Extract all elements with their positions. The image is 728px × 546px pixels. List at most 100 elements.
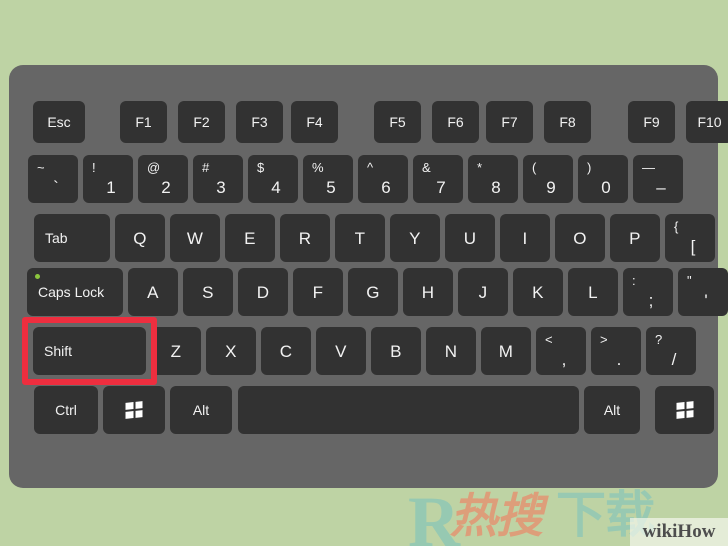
key-x[interactable]: X	[206, 327, 256, 375]
key-v[interactable]: V	[316, 327, 366, 375]
key-f5[interactable]: F5	[374, 101, 421, 143]
key-label-n: N	[444, 341, 458, 361]
key-g[interactable]: G	[348, 268, 398, 316]
key-3[interactable]: #3	[193, 155, 243, 203]
key-7[interactable]: & 7	[413, 155, 463, 203]
key-apostrophe-shift-legend: "	[687, 273, 692, 288]
key-spacebar[interactable]	[238, 386, 579, 434]
key-alt-right-label: Alt	[603, 402, 621, 418]
key-bracket-open[interactable]: {[	[665, 214, 715, 262]
key-semicolon[interactable]: :;	[623, 268, 673, 316]
key-e[interactable]: E	[225, 214, 275, 262]
key-alt-right[interactable]: Alt	[584, 386, 640, 434]
key-esc[interactable]: Esc	[33, 101, 85, 143]
key-f6[interactable]: F6	[432, 101, 479, 143]
key-6-legend: 6	[381, 178, 391, 197]
key-label-b: B	[390, 341, 402, 361]
key-j[interactable]: J	[458, 268, 508, 316]
key-2-shift-legend: @	[147, 160, 161, 175]
key-9-shift-legend: (	[532, 160, 537, 175]
key-alt-left[interactable]: Alt	[170, 386, 232, 434]
key-f2[interactable]: F2	[178, 101, 225, 143]
key-y[interactable]: Y	[390, 214, 440, 262]
key-1[interactable]: ! 1	[83, 155, 133, 203]
key-p[interactable]: P	[610, 214, 660, 262]
key-comma[interactable]: <,	[536, 327, 586, 375]
key-6[interactable]: ^ 6	[358, 155, 408, 203]
key-0[interactable]: ) 0	[578, 155, 628, 203]
key-o[interactable]: O	[555, 214, 605, 262]
key-semicolon-legend: ;	[648, 291, 654, 310]
key-minus[interactable]: — –	[633, 155, 683, 203]
key-f10[interactable]: F10	[686, 101, 728, 143]
key-period[interactable]: >.	[591, 327, 641, 375]
key-f4[interactable]: F4	[291, 101, 338, 143]
key-0-legend: 0	[601, 178, 611, 197]
wikihow-watermark-badge: wikiHow	[630, 518, 728, 546]
key-9-legend: 9	[546, 178, 556, 197]
key-c[interactable]: C	[261, 327, 311, 375]
windows-logo-icon	[676, 401, 693, 419]
key-tab[interactable]: Tab	[34, 214, 110, 262]
key-9[interactable]: (9	[523, 155, 573, 203]
watermark-resou: R 热搜 下载	[408, 486, 728, 546]
key-backtick-legend: `	[53, 178, 59, 197]
key-label-k: K	[532, 282, 544, 302]
key-slash[interactable]: ? /	[646, 327, 696, 375]
key-h[interactable]: H	[403, 268, 453, 316]
key-label-f3: F3	[251, 114, 268, 130]
key-ctrl-left-label: Ctrl	[55, 402, 77, 418]
key-z[interactable]: Z	[151, 327, 201, 375]
key-f8[interactable]: F8	[544, 101, 591, 143]
key-label-a: A	[147, 282, 159, 302]
key-minus-legend: –	[656, 178, 666, 197]
key-label-h: H	[421, 282, 435, 302]
key-s[interactable]: S	[183, 268, 233, 316]
key-alt-left-label: Alt	[192, 402, 210, 418]
key-label-f1: F1	[135, 114, 152, 130]
caps-lock-led-indicator	[35, 274, 40, 279]
key-b[interactable]: B	[371, 327, 421, 375]
key-4[interactable]: $4	[248, 155, 298, 203]
key-period-shift-legend: >	[600, 332, 608, 347]
key-n[interactable]: N	[426, 327, 476, 375]
key-f3[interactable]: F3	[236, 101, 283, 143]
key-1-legend: 1	[106, 178, 116, 197]
key-t[interactable]: T	[335, 214, 385, 262]
key-8[interactable]: * 8	[468, 155, 518, 203]
key-2[interactable]: @2	[138, 155, 188, 203]
key-f[interactable]: F	[293, 268, 343, 316]
key-apostrophe[interactable]: " '	[678, 268, 728, 316]
key-k[interactable]: K	[513, 268, 563, 316]
key-f1[interactable]: F1	[120, 101, 167, 143]
key-i[interactable]: I	[500, 214, 550, 262]
key-r[interactable]: R	[280, 214, 330, 262]
key-ctrl-left[interactable]: Ctrl	[34, 386, 98, 434]
key-f7[interactable]: F7	[486, 101, 533, 143]
key-m[interactable]: M	[481, 327, 531, 375]
key-4-legend: 4	[271, 178, 281, 197]
wikihow-how-text: How	[677, 521, 716, 542]
key-2-legend: 2	[161, 178, 171, 197]
key-u[interactable]: U	[445, 214, 495, 262]
key-label-f5: F5	[389, 114, 406, 130]
key-windows-right[interactable]	[655, 386, 714, 434]
key-5[interactable]: % 5	[303, 155, 353, 203]
key-minus-shift-legend: —	[642, 160, 655, 175]
key-w[interactable]: W	[170, 214, 220, 262]
key-backtick[interactable]: ~ `	[28, 155, 78, 203]
key-f9[interactable]: F9	[628, 101, 675, 143]
key-shift[interactable]: Shift	[33, 327, 146, 375]
key-a[interactable]: A	[128, 268, 178, 316]
watermark-chinese-xiazai: 下载	[556, 487, 655, 543]
key-d[interactable]: D	[238, 268, 288, 316]
key-q[interactable]: Q	[115, 214, 165, 262]
key-windows-left[interactable]	[103, 386, 165, 434]
wikihow-wiki-text: wiki	[642, 521, 678, 542]
key-label-f6: F6	[447, 114, 464, 130]
key-label-e: E	[244, 228, 256, 248]
watermark-chinese-resou: 热搜	[450, 489, 543, 542]
key-label-l: L	[588, 282, 598, 302]
key-l[interactable]: L	[568, 268, 618, 316]
key-caps-lock[interactable]: Caps Lock	[27, 268, 123, 316]
